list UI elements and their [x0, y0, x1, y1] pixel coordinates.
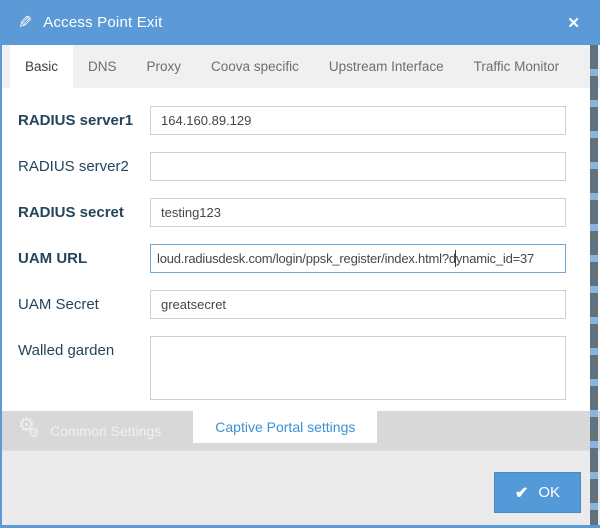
- dialog-title: Access Point Exit: [43, 14, 162, 31]
- tab-coova-specific[interactable]: Coova specific: [196, 45, 314, 88]
- uam-url-input[interactable]: [150, 244, 566, 273]
- close-icon[interactable]: ✕: [563, 12, 584, 34]
- bottom-tab-captive-portal-settings[interactable]: Captive Portal settings: [193, 411, 377, 443]
- form-row: RADIUS server2: [2, 152, 600, 181]
- tab-basic[interactable]: Basic: [10, 45, 73, 88]
- uam-url-label: UAM URL: [2, 244, 150, 273]
- form-body: RADIUS server1 RADIUS server2 RADIUS sec…: [2, 88, 600, 411]
- dialog-titlebar: ✎ Access Point Exit ✕: [2, 0, 600, 45]
- tab-upstream-interface[interactable]: Upstream Interface: [314, 45, 459, 88]
- form-row: UAM URL: [2, 244, 600, 273]
- text-caret: [455, 250, 456, 267]
- form-row: RADIUS server1: [2, 106, 600, 135]
- uam-secret-input[interactable]: [150, 290, 566, 319]
- access-point-exit-dialog: ✎ Access Point Exit ✕ Basic DNS Proxy Co…: [0, 0, 600, 528]
- tab-proxy[interactable]: Proxy: [132, 45, 197, 88]
- walled-garden-label: Walled garden: [2, 336, 150, 365]
- radius-secret-label: RADIUS secret: [2, 198, 150, 227]
- radius-server2-input[interactable]: [150, 152, 566, 181]
- page-edge-pattern: [590, 45, 598, 525]
- check-icon: ✔: [515, 483, 528, 503]
- tab-dns[interactable]: DNS: [73, 45, 132, 88]
- bottom-tab-bar: ⚙ ⚙ Common Settings Captive Portal setti…: [2, 411, 600, 450]
- pencil-icon: ✎: [18, 13, 32, 33]
- bottom-tab-common-settings[interactable]: ⚙ ⚙ Common Settings: [2, 411, 175, 450]
- radius-server2-label: RADIUS server2: [2, 152, 150, 181]
- common-settings-label: Common Settings: [50, 423, 161, 439]
- ok-button-label: OK: [538, 484, 560, 501]
- form-row: Walled garden: [2, 336, 600, 405]
- form-row: UAM Secret: [2, 290, 600, 319]
- gears-icon: ⚙ ⚙: [18, 419, 42, 443]
- tab-traffic-monitor[interactable]: Traffic Monitor: [459, 45, 575, 88]
- form-row: RADIUS secret: [2, 198, 600, 227]
- top-tab-strip: Basic DNS Proxy Coova specific Upstream …: [2, 45, 600, 88]
- radius-server1-input[interactable]: [150, 106, 566, 135]
- uam-secret-label: UAM Secret: [2, 290, 150, 319]
- dialog-footer: ✔ OK: [2, 450, 600, 525]
- radius-server1-label: RADIUS server1: [2, 106, 150, 135]
- radius-secret-input[interactable]: [150, 198, 566, 227]
- walled-garden-textarea[interactable]: [150, 336, 566, 400]
- ok-button[interactable]: ✔ OK: [494, 472, 581, 513]
